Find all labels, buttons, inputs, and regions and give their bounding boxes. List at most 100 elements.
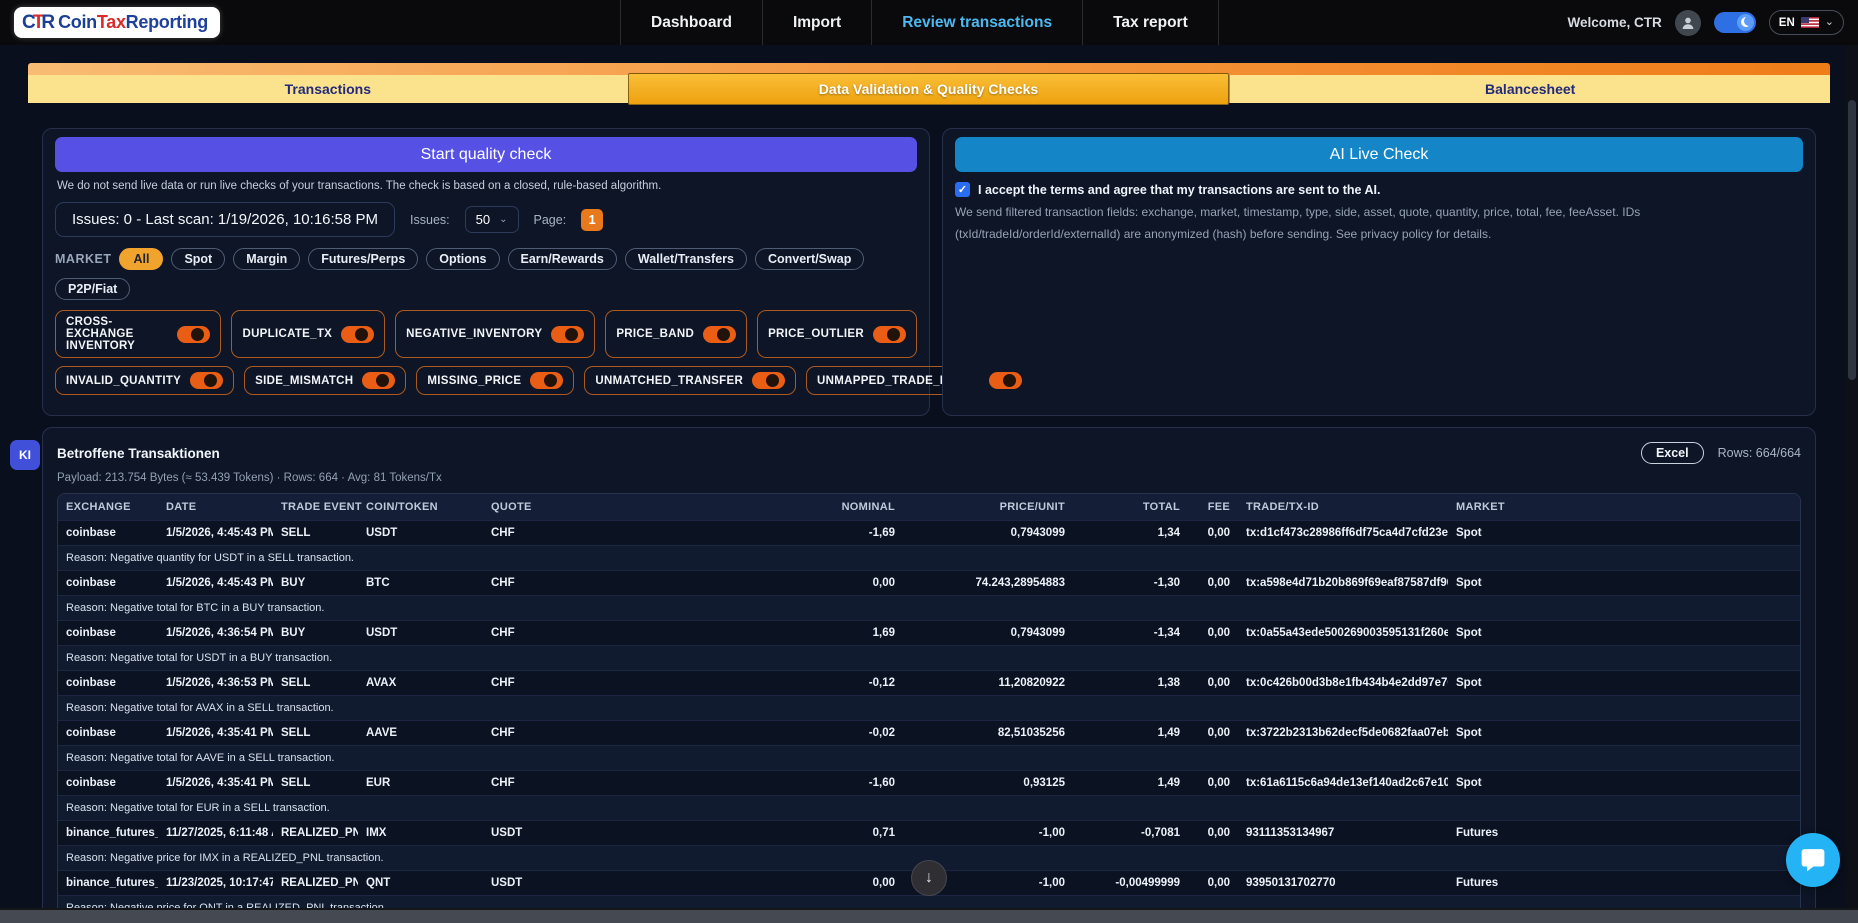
rule-toggle-on[interactable] [341,326,374,343]
cell: SELL [273,671,358,696]
consent-row: ✓ I accept the terms and agree that my t… [955,182,1803,197]
rule-toggle-on[interactable] [177,326,210,343]
rules-row-1: CROSS-EXCHANGE INVENTORY DUPLICATE_TXNEGA… [55,310,917,358]
page-number-badge[interactable]: 1 [581,209,603,231]
cell: coinbase [58,721,158,746]
app-logo[interactable]: CTR CoinTaxReporting [14,7,220,38]
tab-data-validation-quality-checks[interactable]: Data Validation & Quality Checks [628,73,1230,105]
nav-item-tax-report[interactable]: Tax report [1083,0,1219,45]
rule-toggle-on[interactable] [190,372,223,389]
table-row[interactable]: coinbase1/5/2026, 4:35:41 PMSELLAAVECHF-… [58,721,1800,746]
column-header-quote[interactable]: QUOTE [483,494,783,521]
logo-mark-icon: CTR [22,12,52,34]
cell: Spot [1448,671,1800,696]
column-header-price-unit[interactable]: PRICE/UNIT [903,494,1073,521]
table-row[interactable]: binance_futures_um11/27/2025, 6:11:48 AM… [58,821,1800,846]
start-quality-check-button[interactable]: Start quality check [55,137,917,172]
cell: USDT [358,521,483,546]
table-row[interactable]: coinbase1/5/2026, 4:36:53 PMSELLAVAXCHF-… [58,671,1800,696]
rule-toggle-on[interactable] [873,326,906,343]
market-chip-futures-perps[interactable]: Futures/Perps [308,248,418,270]
market-chip-options[interactable]: Options [426,248,499,270]
rule-chip-invalid-quantity[interactable]: INVALID_QUANTITY [55,366,234,395]
column-header-nominal[interactable]: NOMINAL [783,494,903,521]
tab-transactions[interactable]: Transactions [28,75,628,103]
rule-toggle-on[interactable] [752,372,785,389]
column-header-coin-token[interactable]: COIN/TOKEN [358,494,483,521]
table-row[interactable]: coinbase1/5/2026, 4:45:43 PMBUYBTCCHF0,0… [58,571,1800,596]
ai-live-check-button[interactable]: AI Live Check [955,137,1803,172]
chat-widget-button[interactable] [1786,833,1840,887]
column-header-trade-tx-id[interactable]: TRADE/TX-ID [1238,494,1448,521]
market-chip-margin[interactable]: Margin [233,248,300,270]
cell: 0,7943099 [903,621,1073,646]
user-avatar[interactable] [1675,10,1701,36]
rule-chip-duplicate-tx[interactable]: DUPLICATE_TX [231,310,385,358]
column-header-total[interactable]: TOTAL [1073,494,1188,521]
cell: 11/27/2025, 6:11:48 AM [158,821,273,846]
column-header-fee[interactable]: FEE [1188,494,1238,521]
rows-count: Rows: 664/664 [1718,446,1801,460]
cell: USDT [358,621,483,646]
table-row[interactable]: coinbase1/5/2026, 4:35:41 PMSELLEURCHF-1… [58,771,1800,796]
market-chip-convert-swap[interactable]: Convert/Swap [755,248,864,270]
cell: 0,71 [783,821,903,846]
table-row[interactable]: coinbase1/5/2026, 4:45:43 PMSELLUSDTCHF-… [58,521,1800,546]
cell: 0,00 [1188,721,1238,746]
nav-item-import[interactable]: Import [763,0,872,45]
cell: -1,00 [903,821,1073,846]
toggle-knob [565,328,578,341]
market-chip-spot[interactable]: Spot [171,248,225,270]
quality-check-panel: Start quality check We do not send live … [42,128,930,416]
language-selector[interactable]: EN ⌄ [1769,10,1844,35]
cell: CHF [483,771,783,796]
table-row[interactable]: coinbase1/5/2026, 4:36:54 PMBUYUSDTCHF1,… [58,621,1800,646]
rule-chip-price-outlier[interactable]: PRICE_OUTLIER [757,310,917,358]
excel-export-button[interactable]: Excel [1641,442,1704,464]
consent-checkbox[interactable]: ✓ [955,182,970,197]
nav-item-review-transactions[interactable]: Review transactions [872,0,1083,45]
issues-per-page-select[interactable]: 50 ⌄ [465,206,519,233]
cell: -1,34 [1073,621,1188,646]
cell: SELL [273,771,358,796]
rule-toggle-on[interactable] [530,372,563,389]
rule-chip-side-mismatch[interactable]: SIDE_MISMATCH [244,366,406,395]
rule-chip-unmatched-transfer[interactable]: UNMATCHED_TRANSFER [584,366,796,395]
rule-toggle-on[interactable] [551,326,584,343]
cell: 1/5/2026, 4:36:54 PM [158,621,273,646]
market-chip-wallet-transfers[interactable]: Wallet/Transfers [625,248,747,270]
market-chip-all[interactable]: All [119,248,163,270]
reason-cell: Reason: Negative total for AAVE in a SEL… [58,746,1800,771]
cell: Futures [1448,871,1800,896]
issues-per-page-value: 50 [476,212,490,227]
nav-item-dashboard[interactable]: Dashboard [620,0,763,45]
scroll-down-button[interactable]: ↓ [911,860,947,896]
rule-toggle-on[interactable] [362,372,395,389]
rule-toggle-on[interactable] [703,326,736,343]
scrollbar-thumb[interactable] [1848,100,1856,380]
transactions-table: EXCHANGEDATETRADE EVENTCOIN/TOKENQUOTENO… [58,494,1800,923]
tab-balancesheet[interactable]: Balancesheet [1229,75,1830,103]
column-header-market[interactable]: MARKET [1448,494,1800,521]
rule-chip-price-band[interactable]: PRICE_BAND [605,310,747,358]
rule-toggle-on[interactable] [989,372,1022,389]
column-header-trade-event[interactable]: TRADE EVENT [273,494,358,521]
rule-chip-negative-inventory[interactable]: NEGATIVE_INVENTORY [395,310,595,358]
rule-label: CROSS-EXCHANGE INVENTORY [66,316,168,352]
rule-chip-missing-price[interactable]: MISSING_PRICE [416,366,574,395]
ki-badge[interactable]: KI [10,440,40,470]
theme-toggle[interactable] [1714,12,1756,33]
cell: 1,49 [1073,721,1188,746]
chevron-down-icon: ⌄ [1825,17,1834,28]
cell: 11,20820922 [903,671,1073,696]
cell: tx:0a55a43ede500269003595131f260e7587c17… [1238,621,1448,646]
market-chip-p2p-fiat[interactable]: P2P/Fiat [55,278,130,300]
chat-bubble-icon [1800,847,1826,873]
rule-chip-cross-exchange-inventory[interactable]: CROSS-EXCHANGE INVENTORY [55,310,221,358]
cell: AVAX [358,671,483,696]
column-header-date[interactable]: DATE [158,494,273,521]
cell: 0,93125 [903,771,1073,796]
column-header-exchange[interactable]: EXCHANGE [58,494,158,521]
market-chip-earn-rewards[interactable]: Earn/Rewards [508,248,617,270]
cell: tx:3722b2313b62decf5de0682faa07ebaebe201… [1238,721,1448,746]
